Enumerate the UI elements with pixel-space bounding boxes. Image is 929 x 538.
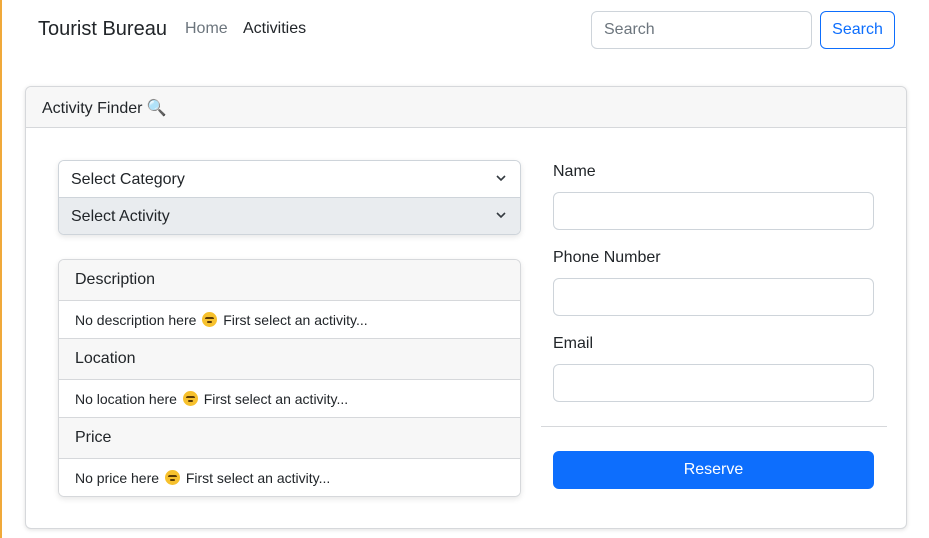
description-hint-text: First select an activity... <box>223 312 368 328</box>
description-heading: Description <box>59 260 520 301</box>
chevron-down-icon <box>496 175 506 182</box>
email-field[interactable] <box>553 364 874 402</box>
card-title: Activity Finder 🔍 <box>42 100 167 117</box>
location-text: No location here First select an activit… <box>59 380 520 418</box>
reserve-button[interactable]: Reserve <box>553 451 874 489</box>
location-empty-text: No location here <box>75 391 177 407</box>
chevron-down-icon <box>496 212 506 219</box>
nav-link-activities[interactable]: Activities <box>243 20 306 38</box>
location-heading: Location <box>59 339 520 380</box>
navbar: Tourist Bureau Home Activities Search <box>0 0 929 60</box>
category-select[interactable]: Select Category <box>59 161 520 198</box>
angry-face-icon <box>182 391 198 406</box>
select-group: Select Category Select Activity <box>58 160 521 235</box>
activity-select-value: Select Activity <box>71 208 170 225</box>
description-empty-text: No description here <box>75 312 197 328</box>
brand-title[interactable]: Tourist Bureau <box>38 18 167 41</box>
search-button[interactable]: Search <box>820 11 895 49</box>
search-input[interactable] <box>591 11 812 49</box>
card-header: Activity Finder 🔍 <box>26 87 906 128</box>
nav-link-home[interactable]: Home <box>185 20 228 38</box>
angry-face-icon <box>164 470 180 485</box>
category-select-value: Select Category <box>71 171 185 188</box>
activity-finder-card: Activity Finder 🔍 Select Category Select… <box>25 86 907 529</box>
activity-info-list: Description No description here First se… <box>58 259 521 497</box>
price-text: No price here First select an activity..… <box>59 459 520 496</box>
form-divider <box>541 426 887 427</box>
activity-select[interactable]: Select Activity <box>59 198 520 234</box>
location-hint-text: First select an activity... <box>203 391 349 407</box>
name-label: Name <box>553 163 596 180</box>
price-hint-text: First select an activity... <box>185 470 331 486</box>
page-edge-accent <box>0 0 2 538</box>
phone-field[interactable] <box>553 278 874 316</box>
price-empty-text: No price here <box>75 470 160 486</box>
angry-face-icon <box>202 312 218 327</box>
email-label: Email <box>553 335 594 352</box>
phone-label: Phone Number <box>553 249 661 266</box>
description-text: No description here First select an acti… <box>59 301 520 339</box>
price-heading: Price <box>59 418 520 459</box>
name-field[interactable] <box>553 192 874 230</box>
